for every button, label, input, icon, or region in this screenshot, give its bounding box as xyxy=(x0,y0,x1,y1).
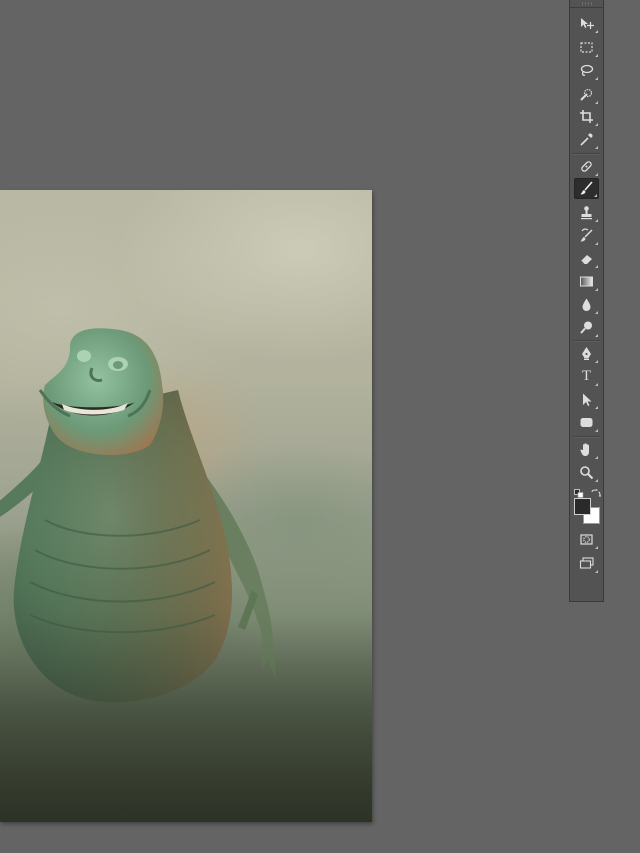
crop-tool[interactable] xyxy=(574,106,599,127)
toolbar-divider xyxy=(573,340,600,342)
gradient-tool[interactable] xyxy=(574,271,599,292)
pen-tool[interactable] xyxy=(574,343,599,364)
blur-tool[interactable] xyxy=(574,294,599,315)
move-icon xyxy=(581,18,594,29)
panel-grip[interactable] xyxy=(570,0,603,8)
toolbar-divider xyxy=(573,436,600,438)
path-selection-tool[interactable] xyxy=(574,389,599,410)
hand-tool[interactable] xyxy=(574,439,599,460)
blur-icon xyxy=(582,298,591,311)
history-brush-tool[interactable] xyxy=(574,225,599,246)
rounded-rect-icon xyxy=(580,418,593,427)
dodge-icon xyxy=(580,321,592,334)
color-swatches xyxy=(573,483,603,527)
history-brush-icon xyxy=(580,228,593,242)
screen-mode-tool[interactable] xyxy=(574,553,599,574)
hand-icon xyxy=(580,443,589,456)
canvas-artwork xyxy=(0,328,372,822)
default-colors-icon[interactable] xyxy=(574,483,584,498)
eyedropper-icon xyxy=(580,133,593,146)
type-icon: T xyxy=(581,368,592,384)
tools-panel: T xyxy=(569,0,604,602)
spot-healing-icon xyxy=(581,161,592,172)
toolbar-divider xyxy=(573,153,600,155)
eraser-icon xyxy=(580,255,592,265)
lasso-tool[interactable] xyxy=(574,60,599,81)
clone-stamp-tool[interactable] xyxy=(574,202,599,223)
spot-healing-tool[interactable] xyxy=(574,156,599,177)
move-tool[interactable] xyxy=(574,13,599,34)
path-selection-icon xyxy=(583,393,592,406)
screen-mode-icon xyxy=(579,557,594,569)
rect-marquee-tool[interactable] xyxy=(574,37,599,58)
quick-select-tool[interactable] xyxy=(574,84,599,105)
pen-icon xyxy=(582,347,591,360)
brush-tool[interactable] xyxy=(574,178,599,199)
zoom-tool[interactable] xyxy=(574,462,599,483)
zoom-icon xyxy=(580,466,594,480)
crop-icon xyxy=(580,110,593,123)
clone-stamp-icon xyxy=(581,206,592,220)
dodge-tool[interactable] xyxy=(574,317,599,338)
quick-mask-tool[interactable] xyxy=(574,529,599,550)
gradient-icon xyxy=(580,276,593,287)
brush-icon xyxy=(580,181,593,195)
foreground-color-swatch[interactable] xyxy=(574,498,591,515)
eyedropper-tool[interactable] xyxy=(574,129,599,150)
shape-tool[interactable] xyxy=(574,412,599,433)
rect-marquee-icon xyxy=(580,42,593,53)
document-canvas[interactable] xyxy=(0,190,372,822)
eraser-tool[interactable] xyxy=(574,248,599,269)
type-tool[interactable]: T xyxy=(574,366,599,387)
quick-mask-icon xyxy=(580,534,593,545)
lasso-icon xyxy=(580,64,594,76)
swap-colors-icon[interactable] xyxy=(591,483,601,498)
quick-select-icon xyxy=(580,88,593,101)
